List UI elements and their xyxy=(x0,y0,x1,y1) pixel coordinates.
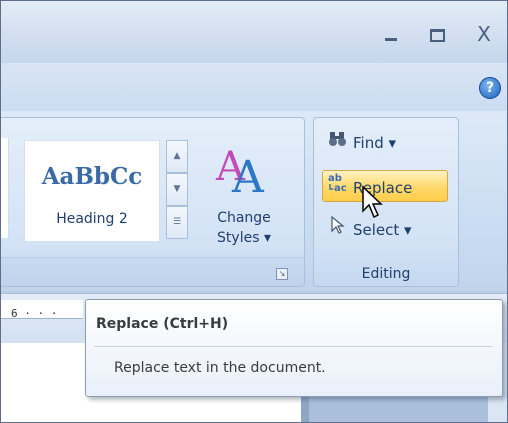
styles-group: AaBbCc Heading 2 ▲ ▼ ☰ A A Change Styles… xyxy=(1,117,305,287)
tooltip-divider xyxy=(94,346,492,347)
close-button[interactable]: X xyxy=(467,19,501,49)
editing-group-label: Editing xyxy=(361,266,411,282)
tooltip-description: Replace text in the document. xyxy=(114,360,326,376)
change-styles-label-line2: Styles ▾ xyxy=(217,230,271,246)
mouse-pointer-icon xyxy=(362,185,383,219)
change-styles-label-line1: Change xyxy=(217,210,271,226)
find-label: Find ▾ xyxy=(353,134,397,152)
tooltip-title: Replace (Ctrl+H) xyxy=(96,316,229,332)
gallery-scroll-down-button[interactable]: ▼ xyxy=(166,173,188,206)
select-arrow-icon xyxy=(327,215,349,244)
word-window: X ? AaBbCc Heading 2 ▲ ▼ ☰ A A Change St… xyxy=(0,0,508,423)
ruler-scale: 6 · · · xyxy=(1,300,83,320)
style-gallery-scroll: ▲ ▼ ☰ xyxy=(166,140,188,240)
dialog-launcher-icon[interactable]: ↘ xyxy=(276,268,288,280)
ruler-number: 6 · · · xyxy=(11,307,58,320)
replace-tooltip: Replace (Ctrl+H) Replace text in the doc… xyxy=(85,299,503,397)
replace-icon: ab ac xyxy=(327,171,349,202)
select-label: Select ▾ xyxy=(353,221,412,239)
svg-text:ac: ac xyxy=(334,183,347,193)
title-bar: X xyxy=(1,1,507,63)
close-icon: X xyxy=(477,22,491,46)
restore-button[interactable] xyxy=(419,19,453,49)
ribbon: AaBbCc Heading 2 ▲ ▼ ☰ A A Change Styles… xyxy=(1,111,507,291)
style-name-label: Heading 2 xyxy=(56,211,128,227)
change-styles-button[interactable]: Change Styles ▾ xyxy=(199,208,289,248)
ribbon-tab-band xyxy=(1,63,507,112)
style-heading-2[interactable]: AaBbCc Heading 2 xyxy=(24,140,160,242)
restore-icon xyxy=(430,29,445,42)
minimize-button[interactable] xyxy=(375,19,409,49)
styles-group-footer xyxy=(1,257,304,286)
binoculars-icon xyxy=(327,129,349,157)
find-button[interactable]: Find ▾ xyxy=(322,128,444,160)
help-icon[interactable]: ? xyxy=(479,77,501,99)
gallery-scroll-up-button[interactable]: ▲ xyxy=(166,140,188,173)
change-styles-icon: A A xyxy=(215,144,265,196)
minimize-icon xyxy=(385,38,397,41)
style-sample-text: AaBbCc xyxy=(41,163,143,190)
gallery-more-button[interactable]: ☰ xyxy=(166,206,188,239)
svg-text:A: A xyxy=(231,152,265,196)
style-gallery-previous-item[interactable] xyxy=(1,138,9,238)
